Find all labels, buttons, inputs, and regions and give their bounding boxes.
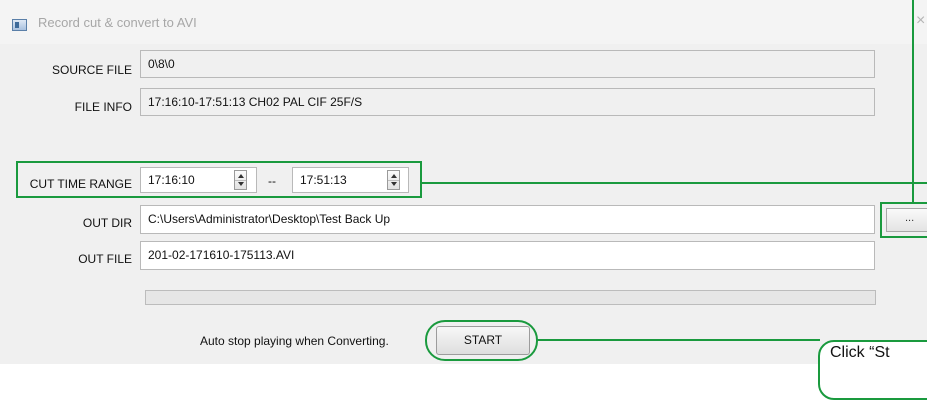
cut-time-range-pointer-line — [421, 182, 927, 184]
source-file-label: SOURCE FILE — [51, 63, 132, 77]
out-dir-input[interactable]: C:\Users\Administrator\Desktop\Test Back… — [140, 205, 875, 234]
source-file-field: 0\8\0 — [140, 50, 875, 78]
start-pointer-line — [537, 339, 820, 341]
out-file-input[interactable]: 201-02-171610-175113.AVI — [140, 241, 875, 270]
conversion-progress-bar — [145, 290, 876, 305]
browse-pointer-line — [912, 0, 914, 203]
title-bar: Record cut & convert to AVI × — [0, 0, 927, 44]
instruction-callout-text: Click “St — [830, 344, 890, 361]
film-window-icon — [12, 19, 27, 31]
file-info-label: FILE INFO — [74, 100, 132, 114]
start-button-highlight — [425, 320, 538, 361]
file-info-field: 17:16:10-17:51:13 CH02 PAL CIF 25F/S — [140, 88, 875, 116]
out-file-label: OUT FILE — [78, 252, 132, 266]
close-icon[interactable]: × — [916, 12, 925, 30]
cut-time-range-highlight — [16, 161, 422, 198]
auto-stop-note: Auto stop playing when Converting. — [200, 334, 389, 348]
window-title: Record cut & convert to AVI — [38, 15, 197, 30]
out-dir-label: OUT DIR — [82, 216, 132, 230]
browse-button-highlight — [880, 202, 927, 238]
